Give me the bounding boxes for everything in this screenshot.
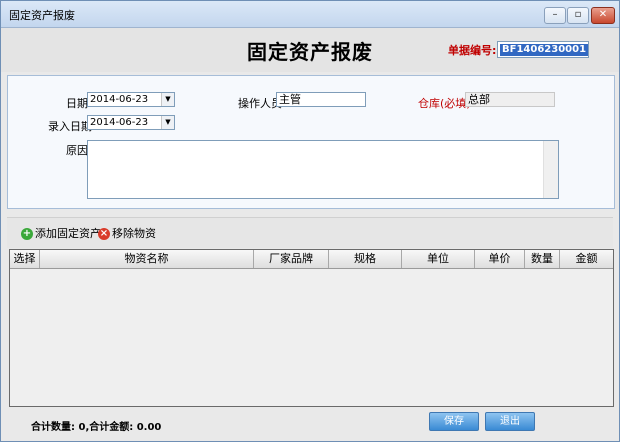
remove-material-label: 移除物资 bbox=[112, 227, 156, 240]
bill-number-field[interactable]: BF1406230001 bbox=[497, 41, 589, 58]
save-button[interactable]: 保存 bbox=[429, 412, 479, 431]
form-panel: 日期 2014-06-23 ▼ 操作人员 主管 仓库(必填) 总部 录入日期 2… bbox=[7, 75, 615, 209]
asset-grid[interactable]: 选择 物资名称 厂家品牌 规格 单位 单价 数量 金额 bbox=[9, 249, 614, 407]
toolbar: + 添加固定资产 × 移除物资 bbox=[7, 217, 613, 248]
main-window: 固定资产报废 – ▫ ✕ 固定资产报废 单据编号: BF1406230001 日… bbox=[0, 0, 620, 442]
grid-header: 选择 物资名称 厂家品牌 规格 单位 单价 数量 金额 bbox=[10, 250, 613, 269]
warehouse-field[interactable]: 总部 bbox=[465, 92, 555, 107]
warehouse-label: 仓库(必填) bbox=[418, 97, 471, 110]
add-asset-label: 添加固定资产 bbox=[35, 227, 101, 240]
date-picker[interactable]: 2014-06-23 ▼ bbox=[87, 92, 175, 107]
col-brand[interactable]: 厂家品牌 bbox=[254, 250, 329, 268]
remove-icon: × bbox=[98, 228, 110, 240]
col-select[interactable]: 选择 bbox=[10, 250, 40, 268]
chevron-down-icon[interactable]: ▼ bbox=[161, 116, 174, 129]
remove-material-button[interactable]: × 移除物资 bbox=[98, 226, 156, 242]
status-bar: 合计数量: 0,合计金额: 0.00 保存 退出 bbox=[1, 407, 619, 441]
date-value: 2014-06-23 bbox=[90, 94, 149, 105]
col-spec[interactable]: 规格 bbox=[329, 250, 402, 268]
entry-date-value: 2014-06-23 bbox=[90, 117, 149, 128]
window-title: 固定资产报废 bbox=[9, 9, 75, 22]
reason-label: 原因 bbox=[66, 144, 88, 157]
header-band: 固定资产报废 单据编号: BF1406230001 bbox=[1, 28, 619, 72]
bill-number-label: 单据编号: bbox=[448, 44, 497, 57]
plus-icon: + bbox=[21, 228, 33, 240]
minimize-button[interactable]: – bbox=[544, 7, 566, 24]
bill-number-value: BF1406230001 bbox=[500, 44, 589, 56]
maximize-button[interactable]: ▫ bbox=[567, 7, 589, 24]
col-amount[interactable]: 金额 bbox=[560, 250, 613, 268]
operator-value: 主管 bbox=[279, 93, 301, 106]
entry-date-picker[interactable]: 2014-06-23 ▼ bbox=[87, 115, 175, 130]
summary-text: 合计数量: 0,合计金额: 0.00 bbox=[31, 422, 162, 433]
reason-scrollbar[interactable] bbox=[543, 141, 558, 198]
date-label: 日期 bbox=[66, 97, 88, 110]
title-bar: 固定资产报废 – ▫ ✕ bbox=[1, 1, 619, 28]
warehouse-value: 总部 bbox=[468, 93, 490, 106]
col-material-name[interactable]: 物资名称 bbox=[40, 250, 254, 268]
col-quantity[interactable]: 数量 bbox=[525, 250, 560, 268]
operator-field[interactable]: 主管 bbox=[276, 92, 366, 107]
entry-date-label: 录入日期 bbox=[48, 120, 92, 133]
col-unit-price[interactable]: 单价 bbox=[475, 250, 525, 268]
close-button[interactable]: ✕ bbox=[591, 7, 615, 24]
exit-button[interactable]: 退出 bbox=[485, 412, 535, 431]
col-unit[interactable]: 单位 bbox=[402, 250, 475, 268]
reason-textarea[interactable] bbox=[87, 140, 559, 199]
add-asset-button[interactable]: + 添加固定资产 bbox=[21, 226, 101, 242]
chevron-down-icon[interactable]: ▼ bbox=[161, 93, 174, 106]
